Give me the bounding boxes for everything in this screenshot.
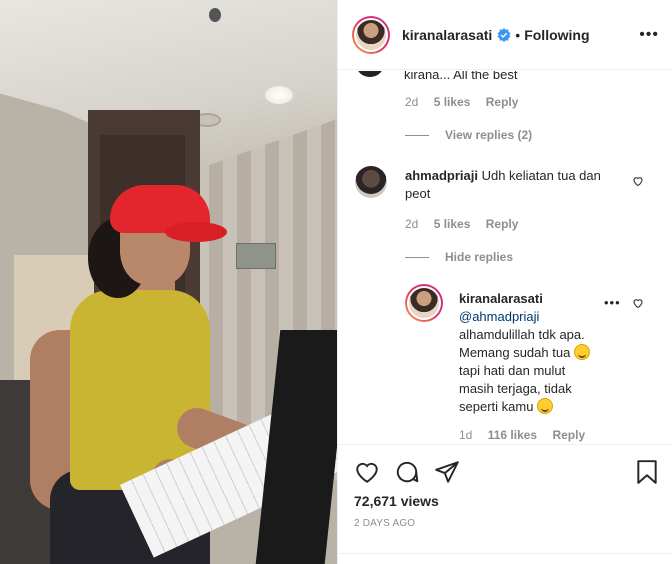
smile-emoji-icon — [573, 344, 590, 360]
post-header: kiranalarasati • Following ••• — [338, 0, 672, 70]
ceiling-light — [265, 86, 293, 104]
heart-icon[interactable] — [354, 459, 380, 485]
grin-emoji-icon — [537, 398, 554, 414]
reply-time[interactable]: 1d — [459, 428, 472, 442]
comment-meta: 2d 5 likes Reply — [405, 95, 530, 109]
author-avatar[interactable] — [352, 15, 390, 54]
like-reply-heart-icon[interactable] — [632, 297, 644, 309]
hide-replies-button[interactable]: Hide replies — [405, 250, 513, 264]
comment-text: kirana... All the best — [404, 71, 518, 82]
reply-text-line2: Memang sudah tua — [459, 345, 571, 360]
comment-meta: 2d 5 likes Reply — [405, 217, 530, 231]
reply-button[interactable]: Reply — [486, 217, 519, 231]
comment-text-line2: peot — [405, 186, 431, 201]
reply-text-line4: masih terjaga, tidak — [459, 381, 572, 396]
post-video[interactable] — [0, 0, 337, 564]
view-replies-button[interactable]: View replies (2) — [405, 128, 532, 142]
comment-time[interactable]: 2d — [405, 217, 418, 231]
reply-username[interactable]: kiranalarasati — [459, 291, 543, 306]
post-sidebar: kiranalarasati • Following ••• kirana...… — [337, 0, 672, 564]
commenter-username[interactable]: ahmadpriaji — [405, 168, 478, 183]
reply-meta: 1d 116 likes Reply — [459, 428, 597, 442]
add-comment-divider — [338, 553, 672, 554]
red-cap-brim — [165, 222, 227, 242]
comment-likes[interactable]: 5 likes — [434, 95, 471, 109]
header-separator: • — [515, 26, 521, 43]
bookmark-icon[interactable] — [634, 459, 660, 485]
replies-divider — [405, 256, 429, 258]
comments-list[interactable]: kirana... All the best 2d 5 likes Reply … — [338, 71, 672, 444]
wall-panel — [236, 243, 276, 269]
comment-likes[interactable]: 5 likes — [434, 217, 471, 231]
author-avatar-image — [356, 19, 386, 50]
view-replies-label: View replies (2) — [445, 128, 533, 142]
reply-text-line5: seperti kamu — [459, 399, 534, 414]
hide-replies-label: Hide replies — [445, 250, 514, 264]
reply-author-avatar[interactable] — [405, 284, 443, 322]
author-username[interactable]: kiranalarasati — [402, 27, 492, 43]
reply-text-line3: tapi hati dan mulut — [459, 363, 566, 378]
comment-text-line1: Udh keliatan tua dan — [481, 168, 601, 183]
reply-text-line1: alhamdulillah tdk apa. — [459, 327, 585, 342]
comment-body: ahmadpriaji Udh keliatan tua dan peot — [405, 167, 625, 203]
reply-more-options-icon[interactable]: ••• — [604, 295, 621, 310]
commenter-avatar[interactable] — [356, 71, 384, 77]
commenter-avatar[interactable] — [355, 166, 387, 198]
post-actions: 72,671 views 2 DAYS AGO — [338, 444, 672, 564]
comment-icon[interactable] — [394, 459, 420, 485]
mention-link[interactable]: @ahmadpriaji — [459, 309, 539, 324]
like-comment-heart-icon[interactable] — [632, 175, 644, 187]
reply-likes[interactable]: 116 likes — [488, 428, 537, 442]
comment-time[interactable]: 2d — [405, 95, 418, 109]
view-count[interactable]: 72,671 views — [354, 493, 439, 509]
ceiling-sensor — [209, 8, 221, 22]
more-options-icon[interactable]: ••• — [639, 26, 659, 44]
post-date[interactable]: 2 DAYS AGO — [354, 518, 415, 529]
following-button[interactable]: Following — [524, 27, 589, 43]
replies-divider — [405, 134, 429, 136]
reply-author-avatar-image — [409, 288, 439, 318]
verified-badge-icon — [497, 27, 511, 42]
reply-button[interactable]: Reply — [552, 428, 585, 442]
share-icon[interactable] — [434, 459, 460, 485]
reply-button[interactable]: Reply — [486, 95, 519, 109]
reply-body: kiranalarasati @ahmadpriaji alhamdulilla… — [459, 290, 609, 416]
